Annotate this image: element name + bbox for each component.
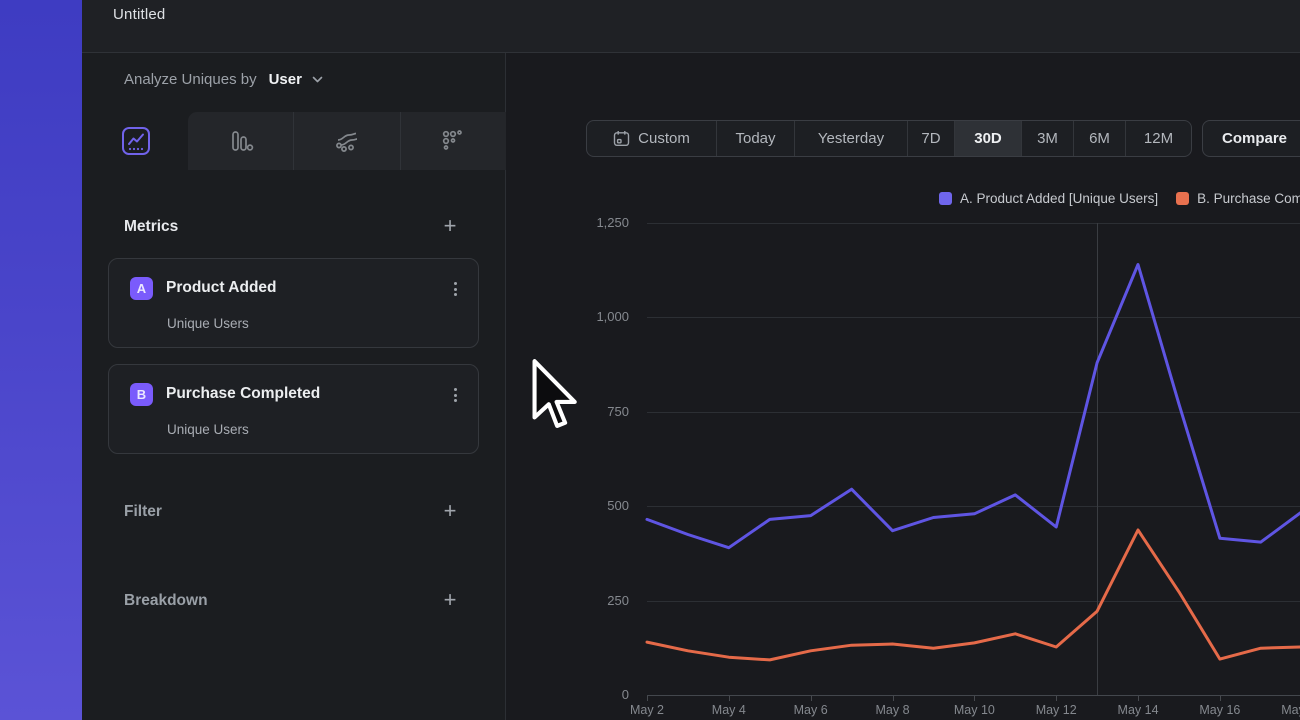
series-line <box>647 265 1300 548</box>
query-sidebar: Analyze Uniques by User <box>82 53 506 720</box>
line-chart-icon <box>121 126 151 156</box>
metrics-heading: Metrics <box>124 218 178 236</box>
add-breakdown-button[interactable]: + <box>441 592 459 610</box>
report-title[interactable]: Untitled <box>113 6 165 23</box>
metric-title: Product Added <box>166 279 277 297</box>
add-filter-button[interactable]: + <box>441 503 459 521</box>
analyze-by-row: Analyze Uniques by User <box>124 71 323 88</box>
scatter-grid-icon <box>440 128 466 154</box>
add-metric-button[interactable]: + <box>441 218 459 236</box>
tab-bar-chart[interactable] <box>188 112 293 170</box>
bar-chart-icon <box>228 128 254 154</box>
analyze-by-label: Analyze Uniques by <box>124 71 257 88</box>
flow-icon <box>334 128 360 154</box>
breakdown-heading: Breakdown <box>124 592 208 610</box>
kebab-menu-icon[interactable] <box>448 385 462 405</box>
desktop-background-strip <box>0 0 82 720</box>
filter-header-row: Filter + <box>124 500 459 524</box>
metric-subtitle[interactable]: Unique Users <box>167 316 249 331</box>
line-chart[interactable] <box>506 53 1300 720</box>
metric-card-a[interactable]: A Product Added Unique Users <box>108 258 479 348</box>
metric-card-b[interactable]: B Purchase Completed Unique Users <box>108 364 479 454</box>
chart-type-tabstrip <box>82 112 506 170</box>
breakdown-header-row: Breakdown + <box>124 589 459 613</box>
filter-heading: Filter <box>124 503 162 521</box>
chart-type-inactive-panel <box>188 112 506 170</box>
analyze-by-value-dropdown[interactable]: User <box>269 71 302 88</box>
metric-badge: A <box>130 277 153 300</box>
tab-line-chart[interactable] <box>121 126 151 156</box>
header-bar: Untitled <box>82 0 1300 53</box>
metric-subtitle[interactable]: Unique Users <box>167 422 249 437</box>
kebab-menu-icon[interactable] <box>448 279 462 299</box>
chevron-down-icon[interactable] <box>312 76 323 83</box>
app-window: Untitled Analyze Uniques by User <box>0 0 1300 720</box>
series-line <box>647 530 1300 660</box>
metrics-list: A Product Added Unique Users B Purchase Comp… <box>108 258 479 470</box>
chart-pane: CustomTodayYesterday7D30D3M6M12M Compare… <box>506 53 1300 720</box>
metric-badge: B <box>130 383 153 406</box>
metric-title: Purchase Completed <box>166 385 320 403</box>
tab-flow[interactable] <box>293 112 399 170</box>
metrics-header-row: Metrics + <box>124 215 459 239</box>
tab-scatter-grid[interactable] <box>400 112 506 170</box>
